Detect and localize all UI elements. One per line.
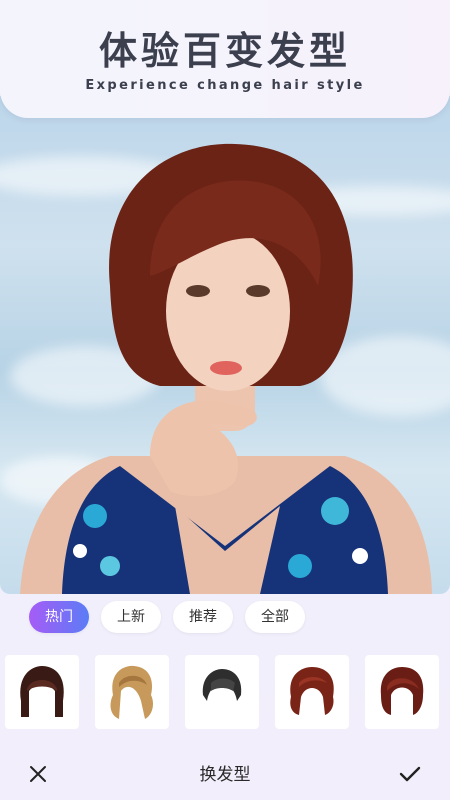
hairstyle-item-2[interactable] [95, 655, 169, 729]
hair-short-black-icon [202, 669, 242, 701]
model-photo [20, 143, 432, 594]
confirm-button[interactable] [394, 758, 426, 790]
hair-blonde-curly-icon [110, 665, 153, 719]
hairstyle-item-3[interactable] [185, 655, 259, 729]
tab-new[interactable]: 上新 [101, 601, 161, 633]
tab-recommended[interactable]: 推荐 [173, 601, 233, 633]
header-banner: 体验百变发型 Experience change hair style [0, 0, 450, 118]
hairstyle-item-1[interactable] [5, 655, 79, 729]
tab-hot[interactable]: 热门 [29, 601, 89, 633]
hair-bob-red-icon [380, 667, 424, 715]
page-title: 体验百变发型 [98, 29, 351, 73]
hairstyle-item-5[interactable] [365, 655, 439, 729]
photo-preview [0, 96, 450, 594]
category-tabs: 热门 上新 推荐 全部 [29, 601, 305, 633]
bottom-bar: 换发型 [0, 748, 450, 800]
bottom-bar-title: 换发型 [199, 765, 251, 785]
hair-bob-dark-icon [20, 666, 64, 717]
hair-curly-red-icon [290, 667, 334, 715]
page-subtitle: Experience change hair style [85, 78, 365, 93]
hairstyle-item-4[interactable] [275, 655, 349, 729]
tab-all[interactable]: 全部 [245, 601, 305, 633]
hairstyle-list [5, 655, 445, 731]
check-icon [399, 766, 421, 782]
